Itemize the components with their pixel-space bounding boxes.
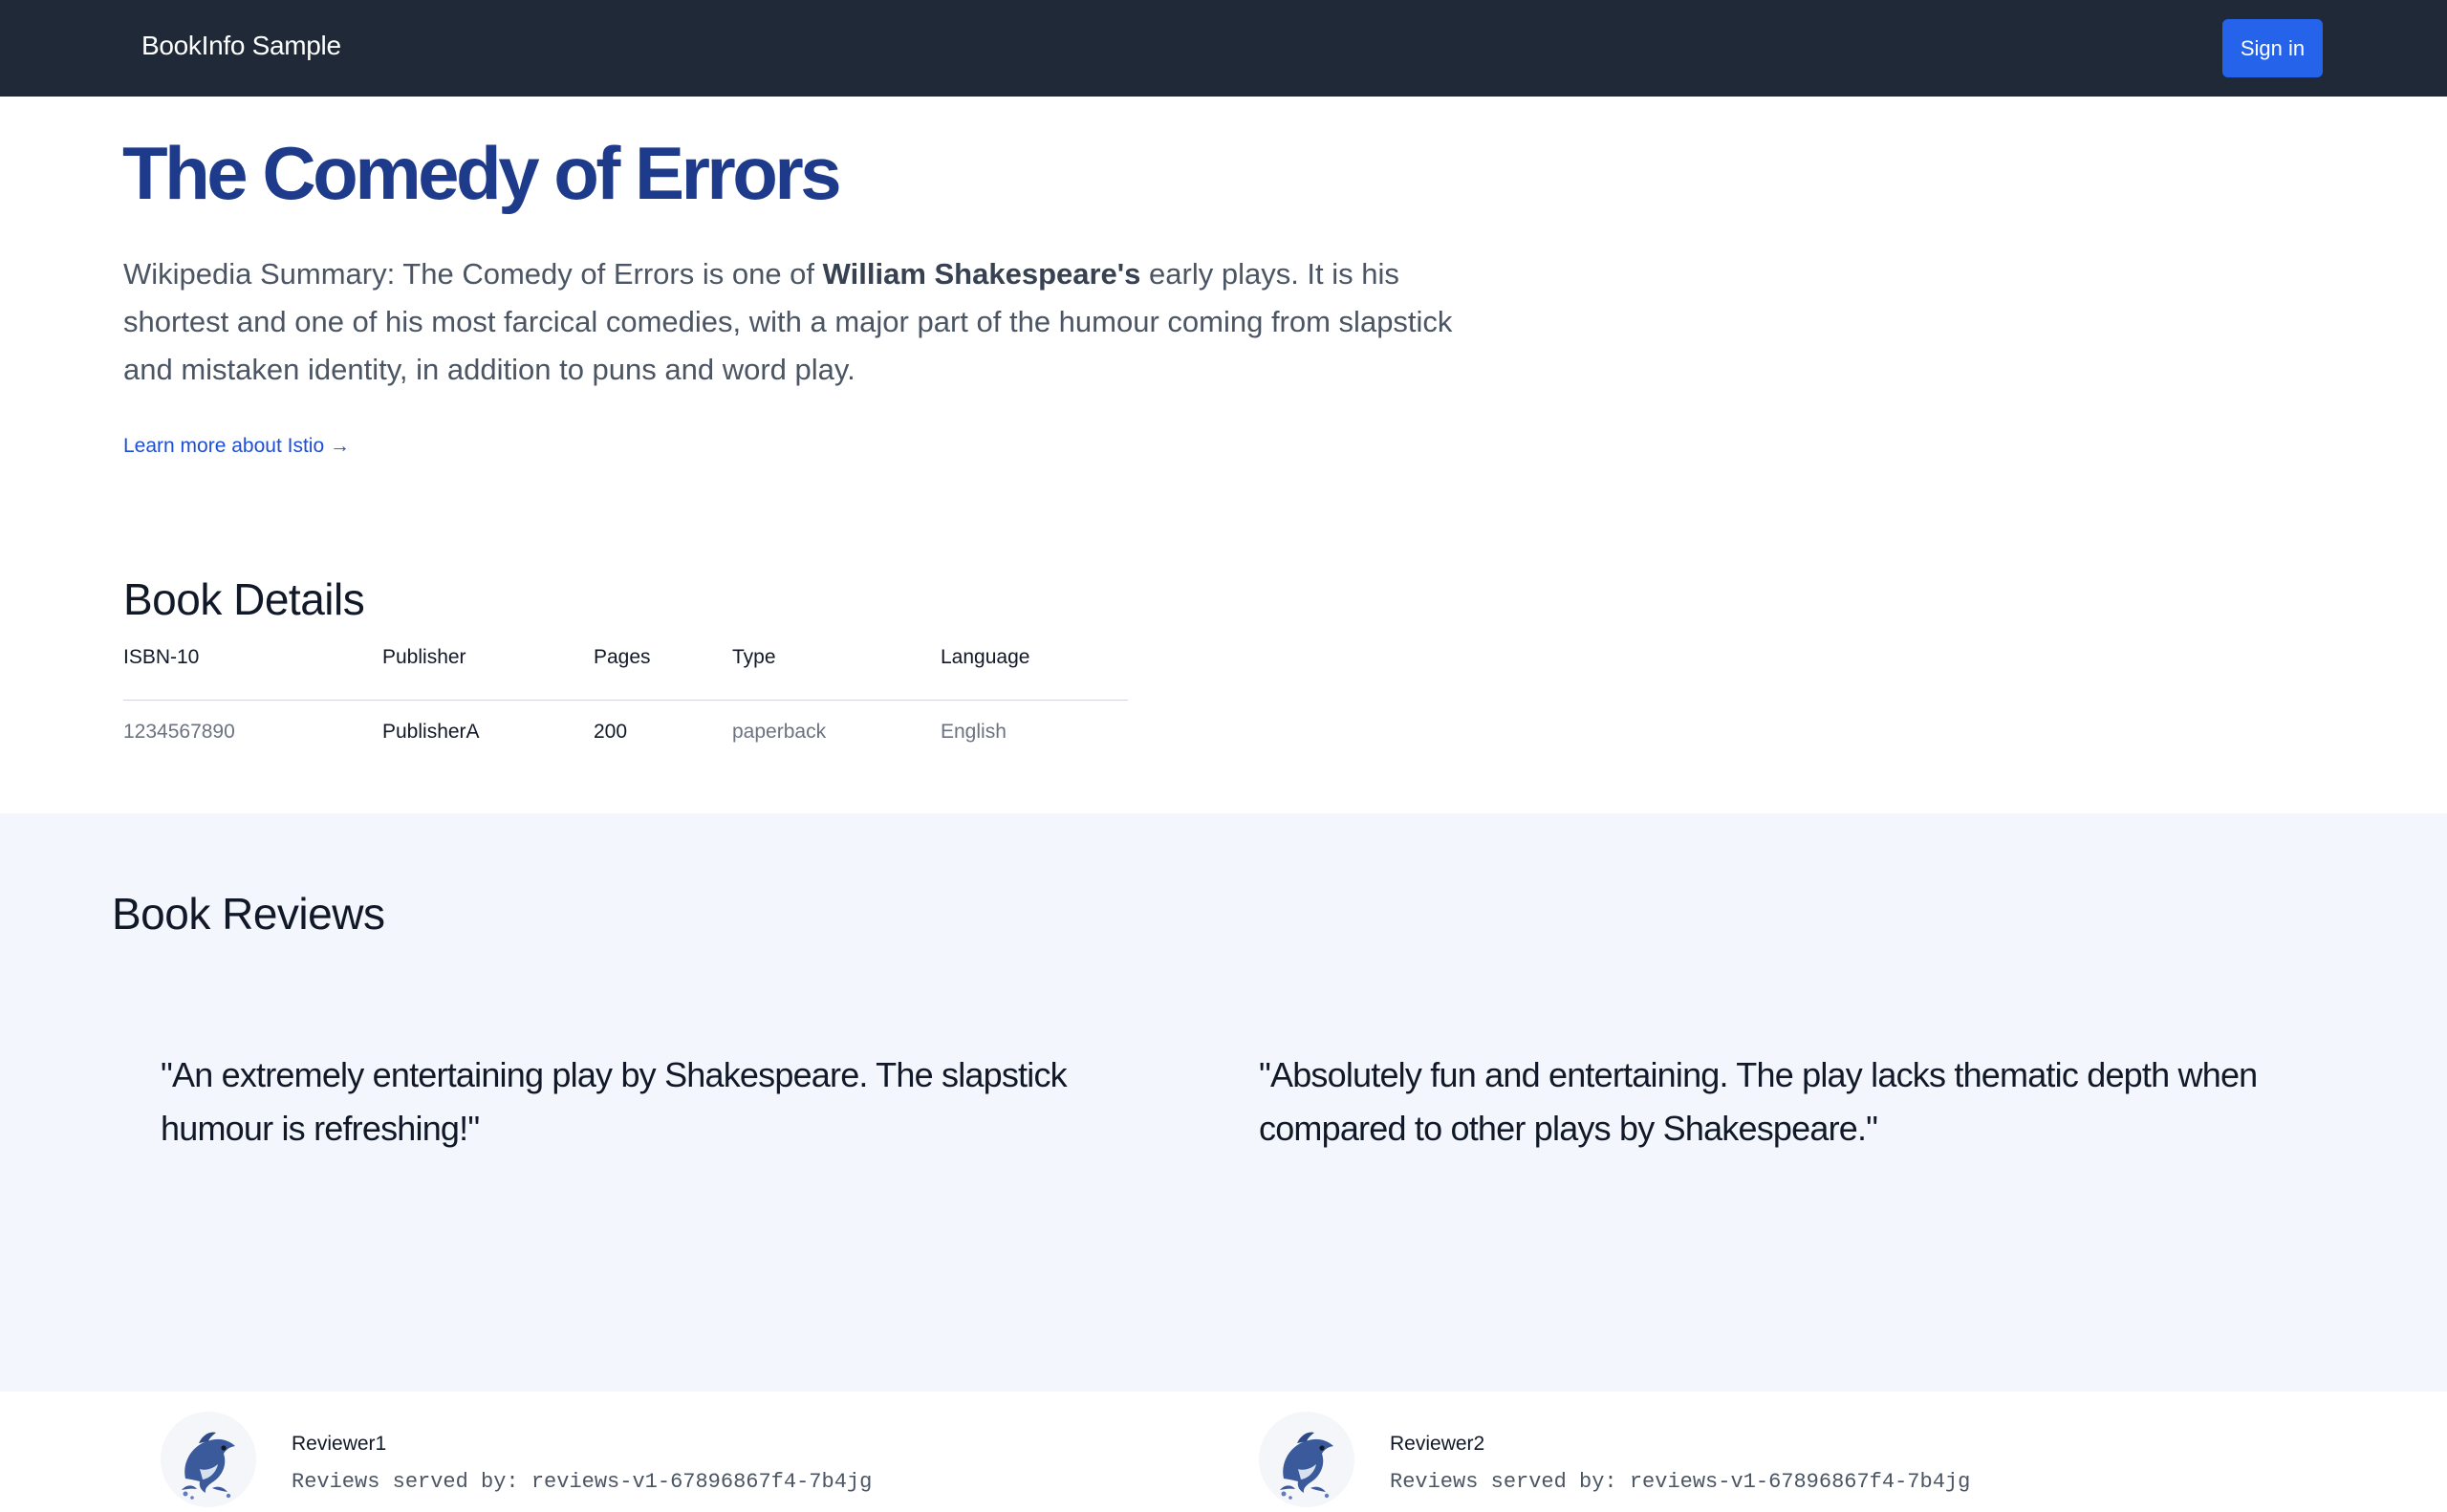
reviewer-name: Reviewer1 xyxy=(292,1433,387,1455)
book-reviews-section: Book Reviews "An extremely entertaining … xyxy=(0,813,2447,1507)
dolphin-icon xyxy=(1259,1412,1354,1507)
column-header: ISBN-10 xyxy=(123,646,382,701)
learn-more-link[interactable]: Learn more about Istio → xyxy=(123,435,350,458)
review-card: "Absolutely fun and entertaining. The pl… xyxy=(1259,1048,2272,1507)
book-details-table: ISBN-10 Publisher Pages Type Language 12… xyxy=(123,646,1128,744)
table-header-row: ISBN-10 Publisher Pages Type Language xyxy=(123,646,1128,701)
column-header: Pages xyxy=(594,646,732,701)
pages-cell: 200 xyxy=(594,721,628,743)
column-header: Type xyxy=(732,646,941,701)
book-summary: Wikipedia Summary: The Comedy of Errors … xyxy=(123,250,1481,394)
brand-name[interactable]: BookInfo Sample xyxy=(141,31,341,61)
column-header: Language xyxy=(941,646,1128,701)
book-title: The Comedy of Errors xyxy=(122,131,842,215)
reviewer-name: Reviewer2 xyxy=(1390,1433,1485,1455)
summary-author: William Shakespeare's xyxy=(822,257,1141,291)
book-reviews-heading: Book Reviews xyxy=(112,889,385,939)
type-cell: paperback xyxy=(732,721,827,743)
table-row: 1234567890 PublisherA 200 paperback Engl… xyxy=(123,701,1128,745)
sign-in-button[interactable]: Sign in xyxy=(2222,19,2323,77)
dolphin-icon xyxy=(161,1412,256,1507)
isbn-cell: 1234567890 xyxy=(123,721,235,743)
served-by-text: Reviews served by: reviews-v1-67896867f4… xyxy=(1390,1470,1971,1494)
review-text: "Absolutely fun and entertaining. The pl… xyxy=(1259,1055,2258,1148)
column-header: Publisher xyxy=(382,646,594,701)
reviewer-info: Reviewer1 Reviews served by: reviews-v1-… xyxy=(161,1412,1174,1507)
language-cell: English xyxy=(941,721,1007,743)
review-card: "An extremely entertaining play by Shake… xyxy=(161,1048,1174,1507)
reviewer-info: Reviewer2 Reviews served by: reviews-v1-… xyxy=(1259,1412,2272,1507)
summary-prefix: Wikipedia Summary: The Comedy of Errors … xyxy=(123,257,823,291)
review-text: "An extremely entertaining play by Shake… xyxy=(161,1055,1068,1148)
served-by-text: Reviews served by: reviews-v1-67896867f4… xyxy=(292,1470,873,1494)
book-details-heading: Book Details xyxy=(123,574,365,624)
navbar: BookInfo Sample Sign in xyxy=(0,0,2447,97)
publisher-cell: PublisherA xyxy=(382,721,480,743)
